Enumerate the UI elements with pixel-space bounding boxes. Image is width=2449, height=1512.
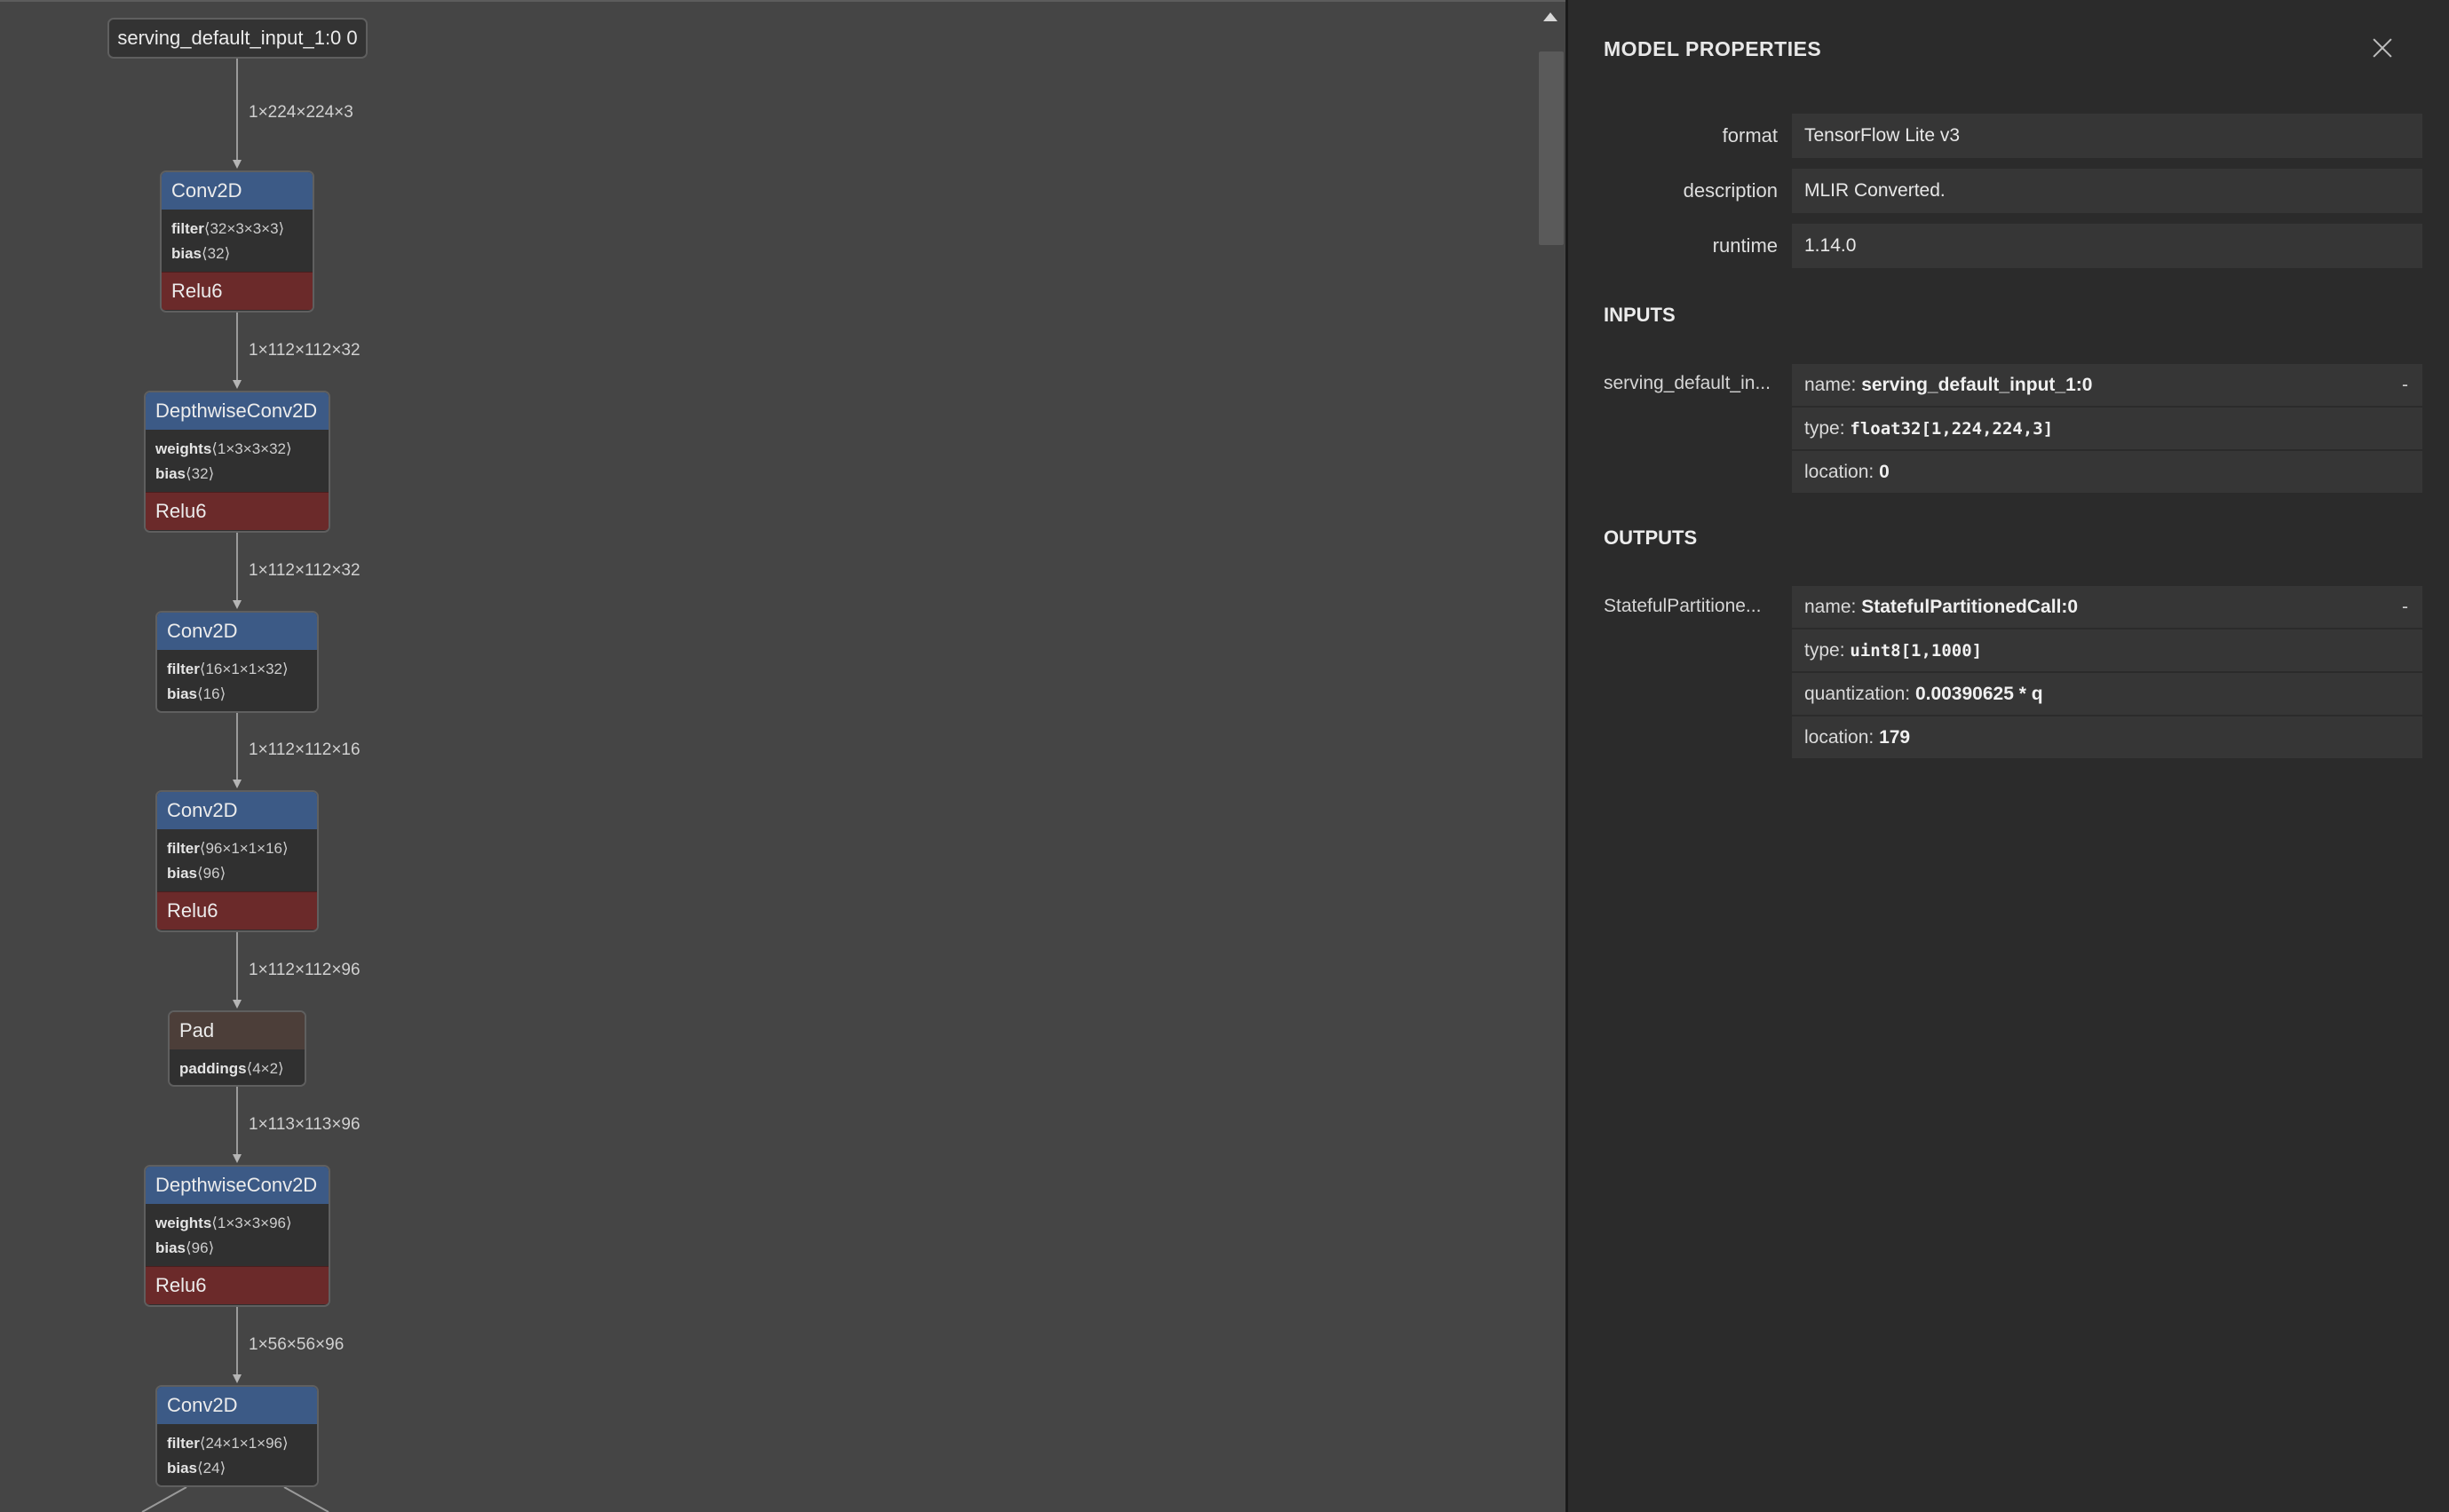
edge-arrowhead-icon: [233, 1154, 242, 1163]
node-attribute: paddings⟨4×2⟩: [179, 1060, 284, 1077]
node-attribute: filter⟨32×3×3×3⟩: [171, 220, 285, 237]
edge-label: 1×112×112×96: [249, 961, 361, 979]
activation-label: Relu6: [146, 492, 329, 530]
edge-label: 1×112×112×32: [249, 341, 361, 360]
property-label: format: [1722, 124, 1778, 146]
activation-label: Relu6: [162, 272, 313, 310]
input-argument-label: serving_default_in...: [1604, 373, 1771, 393]
node-attribute: filter⟨16×1×1×32⟩: [167, 661, 289, 677]
node-attributes: filter⟨96×1×1×16⟩ bias⟨96⟩: [157, 829, 317, 891]
graph-canvas[interactable]: serving_default_input_1:0 0 1×224×224×3 …: [0, 0, 1565, 1512]
conv2d-node[interactable]: Conv2D filter⟨96×1×1×16⟩ bias⟨96⟩ Relu6: [155, 790, 319, 932]
node-type-label: Pad: [170, 1012, 305, 1049]
node-type-label: Conv2D: [162, 172, 313, 210]
property-value-format[interactable]: TensorFlow Lite v3: [1792, 114, 2422, 158]
property-label: description: [1683, 179, 1778, 202]
activation-label: Relu6: [157, 891, 317, 930]
depthwise-conv2d-node[interactable]: DepthwiseConv2D weights⟨1×3×3×96⟩ bias⟨9…: [144, 1165, 330, 1307]
node-attributes: paddings⟨4×2⟩: [170, 1049, 305, 1085]
output-argument-box[interactable]: name: StatefulPartitionedCall:0 - type: …: [1792, 586, 2422, 758]
input-name-row: name: serving_default_input_1:0 -: [1792, 364, 2422, 406]
outputs-section-title: OUTPUTS: [1604, 526, 1698, 549]
edge-arrowhead-icon: [233, 780, 242, 788]
input-type-row: type: float32[1,224,224,3]: [1792, 406, 2422, 449]
edge-line: [283, 1486, 329, 1512]
node-attributes: filter⟨32×3×3×3⟩ bias⟨32⟩: [162, 210, 313, 272]
node-type-label: Conv2D: [157, 792, 317, 829]
conv2d-node[interactable]: Conv2D filter⟨24×1×1×96⟩ bias⟨24⟩: [155, 1385, 319, 1487]
conv2d-node[interactable]: Conv2D filter⟨32×3×3×3⟩ bias⟨32⟩ Relu6: [160, 170, 314, 313]
node-type-label: DepthwiseConv2D: [146, 392, 329, 430]
node-attribute: weights⟨1×3×3×32⟩: [155, 440, 292, 457]
output-type-row: type: uint8[1,1000]: [1792, 628, 2422, 671]
node-attribute: bias⟨32⟩: [171, 245, 231, 262]
node-attributes: filter⟨24×1×1×96⟩ bias⟨24⟩: [157, 1424, 317, 1485]
node-type-label: Conv2D: [157, 613, 317, 650]
node-attribute: bias⟨16⟩: [167, 685, 226, 702]
depthwise-conv2d-node[interactable]: DepthwiseConv2D weights⟨1×3×3×32⟩ bias⟨3…: [144, 391, 330, 533]
scroll-up-arrow-icon[interactable]: [1543, 12, 1557, 21]
vertical-scrollbar-thumb[interactable]: [1539, 51, 1564, 245]
property-value-runtime[interactable]: 1.14.0: [1792, 224, 2422, 268]
edge-line: [141, 1486, 187, 1512]
node-attribute: bias⟨96⟩: [155, 1239, 215, 1256]
activation-label: Relu6: [146, 1266, 329, 1304]
node-attributes: filter⟨16×1×1×32⟩ bias⟨16⟩: [157, 650, 317, 711]
edge-label: 1×56×56×96: [249, 1335, 345, 1354]
model-properties-panel: MODEL PROPERTIES format TensorFlow Lite …: [1565, 0, 2449, 1512]
output-argument-label: StatefulPartitione...: [1604, 596, 1762, 616]
edge-arrowhead-icon: [233, 1374, 242, 1383]
expand-toggle-button[interactable]: -: [2402, 364, 2408, 406]
edge-arrowhead-icon: [233, 160, 242, 169]
input-node[interactable]: serving_default_input_1:0 0: [107, 18, 368, 59]
node-attribute: filter⟨96×1×1×16⟩: [167, 840, 289, 857]
node-attribute: bias⟨96⟩: [167, 865, 226, 882]
edge-label: 1×113×113×96: [249, 1115, 361, 1134]
node-attribute: bias⟨24⟩: [167, 1460, 226, 1476]
output-name-row: name: StatefulPartitionedCall:0 -: [1792, 586, 2422, 628]
property-value-description[interactable]: MLIR Converted.: [1792, 169, 2422, 213]
edge-label: 1×112×112×32: [249, 561, 361, 580]
node-type-label: DepthwiseConv2D: [146, 1167, 329, 1204]
output-location-row: location: 179: [1792, 715, 2422, 758]
input-argument-box[interactable]: name: serving_default_input_1:0 - type: …: [1792, 364, 2422, 493]
edge-arrowhead-icon: [233, 1000, 242, 1009]
node-type-label: Conv2D: [157, 1387, 317, 1424]
edge-label: 1×224×224×3: [249, 103, 353, 122]
output-quantization-row: quantization: 0.00390625 * q: [1792, 671, 2422, 715]
node-attribute: bias⟨32⟩: [155, 465, 215, 482]
node-attributes: weights⟨1×3×3×96⟩ bias⟨96⟩: [146, 1204, 329, 1266]
edge-arrowhead-icon: [233, 600, 242, 609]
input-location-row: location: 0: [1792, 449, 2422, 493]
node-attributes: weights⟨1×3×3×32⟩ bias⟨32⟩: [146, 430, 329, 492]
node-attribute: weights⟨1×3×3×96⟩: [155, 1215, 292, 1231]
edge-label: 1×112×112×16: [249, 740, 361, 759]
conv2d-node[interactable]: Conv2D filter⟨16×1×1×32⟩ bias⟨16⟩: [155, 611, 319, 713]
edge-arrowhead-icon: [233, 380, 242, 389]
panel-title: MODEL PROPERTIES: [1604, 37, 1822, 60]
property-label: runtime: [1712, 234, 1778, 257]
close-icon[interactable]: [2373, 37, 2392, 57]
inputs-section-title: INPUTS: [1604, 304, 1676, 326]
pad-node[interactable]: Pad paddings⟨4×2⟩: [168, 1010, 306, 1087]
expand-toggle-button[interactable]: -: [2402, 586, 2408, 628]
input-node-label: serving_default_input_1:0 0: [109, 20, 366, 57]
node-attribute: filter⟨24×1×1×96⟩: [167, 1435, 289, 1452]
